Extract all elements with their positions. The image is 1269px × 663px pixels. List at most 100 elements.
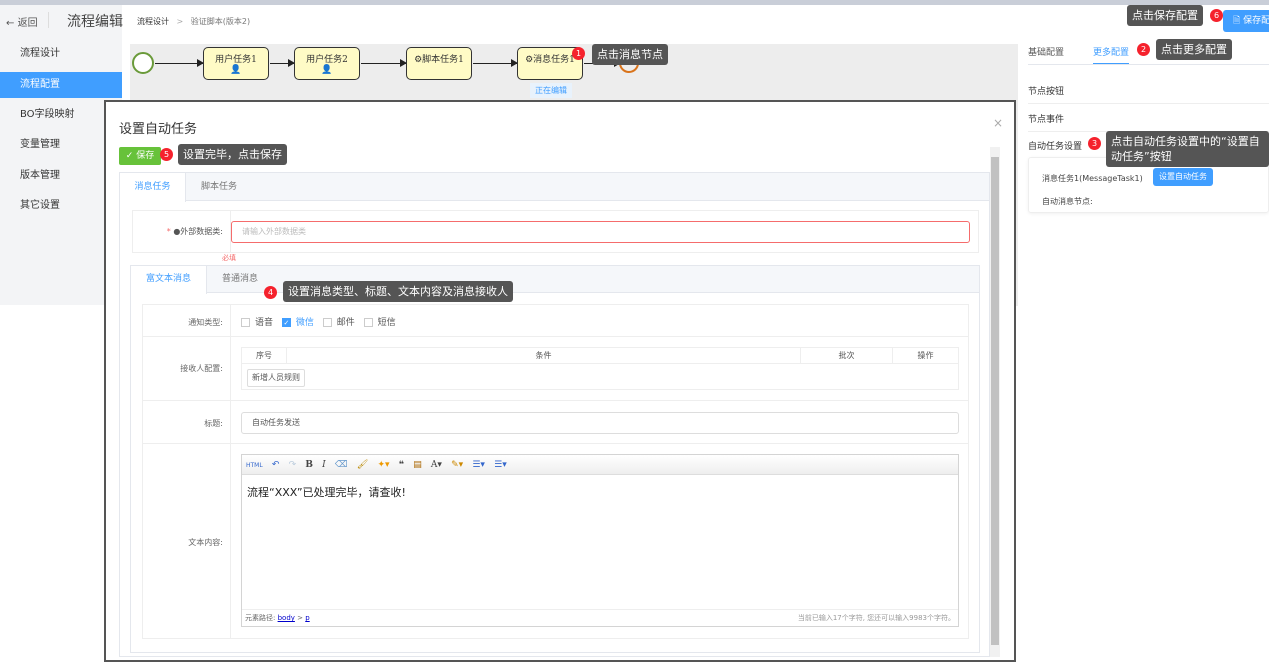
user-icon: 👤: [230, 65, 242, 75]
start-event[interactable]: [132, 52, 154, 74]
editor-statusbar: 元素路径: body > p 当前已输入17个字符, 您还可以输入9983个字符…: [242, 609, 958, 626]
tab-plain-message[interactable]: 普通消息: [207, 266, 273, 293]
path-separator: >: [297, 614, 304, 622]
notify-type-group: 语音 ✓ 微信 邮件 短信: [241, 315, 396, 328]
eraser-icon[interactable]: ⌫: [335, 460, 348, 470]
breadcrumb-item[interactable]: 流程设计: [137, 17, 169, 26]
column-header: 批次: [801, 348, 893, 364]
redo-icon[interactable]: ↷: [289, 460, 297, 470]
save-button[interactable]: ✓ 保存: [119, 147, 161, 165]
editing-label: 正在编辑: [530, 83, 572, 98]
checkbox-sms[interactable]: 短信: [363, 318, 396, 328]
flow-arrow: [361, 59, 407, 67]
unordered-list-icon[interactable]: ☰▾: [494, 460, 507, 470]
path-body-link[interactable]: body: [278, 614, 295, 622]
subject-input[interactable]: 自动任务发送: [241, 412, 959, 434]
divider: [143, 443, 969, 444]
close-icon[interactable]: ×: [993, 116, 1003, 130]
flow-node-script-task-1[interactable]: ⚙脚本任务1: [406, 47, 472, 80]
paste-text-icon[interactable]: ▤: [413, 460, 422, 470]
external-data-input[interactable]: 请输入外部数据类: [231, 221, 970, 243]
section-auto-task[interactable]: 自动任务设置: [1028, 139, 1082, 152]
dialog-title: 设置自动任务: [119, 122, 198, 137]
auto-format-icon[interactable]: ✦▾: [377, 460, 389, 470]
flow-arrow: [270, 59, 295, 67]
tab-rich-text[interactable]: 富文本消息: [131, 266, 207, 294]
tab-basic-config[interactable]: 基础配置: [1028, 45, 1064, 58]
required-error: 必填: [222, 254, 236, 262]
quote-icon[interactable]: ❝: [399, 460, 404, 470]
html-icon[interactable]: HTML: [246, 462, 263, 469]
user-icon: 👤: [321, 65, 333, 75]
font-color-icon[interactable]: A▾: [431, 460, 442, 470]
set-auto-task-button[interactable]: 设置自动任务: [1153, 168, 1213, 186]
path-label: 元素路径:: [245, 614, 276, 622]
tab-script-task[interactable]: 脚本任务: [186, 173, 252, 201]
tooltip-step-5: 设置完毕，点击保存: [178, 144, 287, 165]
external-data-label: * ●外部数据类:: [166, 227, 223, 236]
gear-icon: ⚙: [525, 55, 534, 65]
notify-type-label: 通知类型:: [188, 318, 223, 327]
auto-task-dialog: 设置自动任务 × ✓ 保存 消息任务 脚本任务 * ●外部数据类: 请输入外部数…: [104, 100, 1016, 662]
check-icon: ✓: [125, 151, 134, 161]
file-icon: 🗎: [1233, 16, 1241, 26]
char-count: 当前已输入17个字符, 您还可以输入9983个字符。: [797, 614, 955, 622]
table-header: 序号 条件 批次 操作: [242, 348, 958, 364]
tab-more-config[interactable]: 更多配置: [1093, 45, 1130, 65]
message-form: 通知类型: 语音 ✓ 微信 邮件 短信 接收人配置: 序号 条件 批次 操作 新…: [142, 304, 969, 639]
tab-message-task[interactable]: 消息任务: [120, 173, 186, 202]
flow-node-user-task-1[interactable]: 用户任务1 👤: [203, 47, 269, 80]
bold-icon[interactable]: B: [305, 460, 313, 470]
path-p-link[interactable]: p: [305, 614, 309, 622]
divider: [143, 336, 969, 337]
subject-label: 标题:: [204, 419, 223, 428]
breadcrumb-current: 验证脚本(版本2): [190, 17, 251, 26]
flow-arrow: [155, 59, 204, 67]
rich-text-editor: HTML ↶ ↷ B I ⌫ 🖌 ✦▾ ❝ ▤ A▾ ✎▾ ☰▾ ☰▾ 流程“X…: [241, 454, 959, 627]
checkbox-box: [322, 318, 332, 327]
scrollbar[interactable]: [990, 147, 1000, 657]
editor-content[interactable]: 流程“XXX”已处理完毕，请查收!: [242, 476, 958, 609]
flow-arrow: [473, 59, 518, 67]
checkbox-wechat[interactable]: ✓ 微信: [281, 318, 314, 328]
tooltip-step-1: 点击消息节点: [592, 44, 668, 65]
tooltip-step-4: 设置消息类型、标题、文本内容及消息接收人: [283, 281, 513, 302]
editor-toolbar: HTML ↶ ↷ B I ⌫ 🖌 ✦▾ ❝ ▤ A▾ ✎▾ ☰▾ ☰▾: [242, 455, 958, 475]
italic-icon[interactable]: I: [322, 460, 326, 470]
task-name: 消息任务1(MessageTask1): [1042, 174, 1143, 183]
receiver-table: 序号 条件 批次 操作 新增人员规则: [241, 347, 959, 390]
external-data-row: * ●外部数据类: 请输入外部数据类: [132, 210, 979, 253]
checkbox-voice[interactable]: 语音: [241, 318, 273, 328]
back-button[interactable]: ← 返回: [6, 14, 38, 29]
page-title: 流程编辑: [67, 14, 123, 30]
top-bar: [0, 0, 1269, 5]
step-badge: 2: [1137, 43, 1150, 56]
section-node-buttons[interactable]: 节点按钮: [1028, 84, 1064, 97]
divider: [143, 400, 969, 401]
step-badge: 4: [264, 286, 277, 299]
receiver-label: 接收人配置:: [180, 364, 223, 373]
divider: [1028, 64, 1269, 65]
section-node-events[interactable]: 节点事件: [1028, 112, 1064, 125]
divider: [230, 305, 231, 638]
ordered-list-icon[interactable]: ☰▾: [472, 460, 485, 470]
flow-node-user-task-2[interactable]: 用户任务2 👤: [294, 47, 360, 80]
tooltip-step-2: 点击更多配置: [1156, 39, 1232, 60]
add-rule-button[interactable]: 新增人员规则: [247, 369, 305, 387]
format-brush-icon[interactable]: 🖌: [357, 460, 368, 470]
undo-icon[interactable]: ↶: [272, 460, 280, 470]
check-icon: ✓: [281, 318, 291, 327]
highlight-icon[interactable]: ✎▾: [451, 460, 463, 470]
step-badge: 5: [160, 148, 173, 161]
sidebar-item-flow-design[interactable]: 流程设计: [0, 41, 122, 67]
divider: [1028, 103, 1269, 104]
checkbox-email[interactable]: 邮件: [322, 318, 355, 328]
save-config-button[interactable]: 🗎 保存配置: [1223, 10, 1269, 32]
column-header: 条件: [287, 348, 801, 364]
step-badge: 1: [572, 47, 585, 60]
sidebar-item-flow-config[interactable]: 流程配置: [0, 72, 122, 98]
tooltip-step-3: 点击自动任务设置中的“设置自动任务”按钮: [1106, 131, 1269, 167]
task-tabs: 消息任务 脚本任务 * ●外部数据类: 请输入外部数据类 必填 富文本消息 普通…: [119, 172, 990, 657]
step-badge: 6: [1210, 9, 1223, 22]
divider: [48, 12, 49, 28]
